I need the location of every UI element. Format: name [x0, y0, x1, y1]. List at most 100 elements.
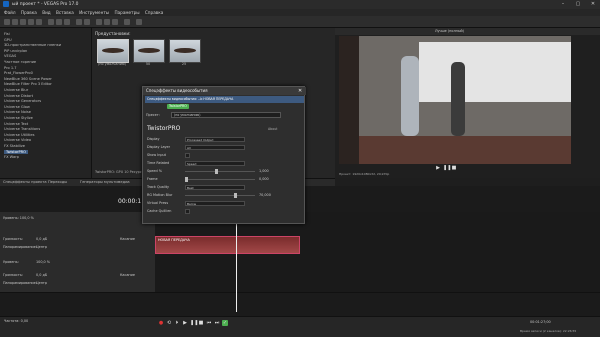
plugin-tree-item[interactable]: GPU — [4, 38, 12, 42]
plugin-tree-item[interactable]: 3D-пространственные пленки — [4, 43, 61, 47]
stage-floor — [339, 136, 571, 164]
param-slider[interactable] — [185, 169, 255, 174]
menu-tools[interactable]: Инструменты — [79, 9, 109, 16]
open-icon[interactable] — [12, 19, 18, 25]
plugin-tree-item[interactable]: Universe Utilities — [4, 133, 34, 137]
render-icon[interactable] — [28, 19, 34, 25]
about-link[interactable]: About — [268, 127, 277, 131]
plugin-tree-item[interactable]: Prat_FlowerPro0 — [4, 71, 33, 75]
plugin-tree-item[interactable]: Universe Video — [4, 138, 31, 142]
param-dropdown[interactable]: Best — [185, 185, 245, 190]
param-dropdown[interactable]: Speed — [185, 161, 245, 166]
slider-knob[interactable] — [234, 193, 237, 198]
save-icon[interactable] — [20, 19, 26, 25]
track2-mode[interactable]: Касание — [120, 237, 135, 241]
play-icon[interactable]: ▶ — [182, 320, 188, 326]
plugin-tree-item[interactable]: Universe Distort — [4, 94, 33, 98]
redo-icon[interactable] — [84, 19, 90, 25]
edit-tool-icon[interactable] — [96, 19, 102, 25]
cut-icon[interactable] — [48, 19, 54, 25]
plugin-tree-item[interactable]: Universe Stylize — [4, 116, 33, 120]
param-dropdown[interactable]: Processed Output — [185, 137, 245, 142]
stop-icon[interactable]: ■ — [198, 320, 204, 326]
plugin-tree-item[interactable]: Universe Glow — [4, 105, 30, 109]
plugin-tree-item[interactable]: Universe Noise — [4, 110, 31, 114]
param-checkbox[interactable] — [185, 209, 190, 214]
plugin-tree-item[interactable]: Fisi — [4, 32, 10, 36]
preview-quality[interactable]: Лучше (полный) — [435, 29, 464, 33]
menu-help[interactable]: Справка — [145, 9, 163, 16]
param-slider[interactable] — [185, 177, 255, 182]
menu-edit[interactable]: Правка — [21, 9, 37, 16]
param-value[interactable]: 70,000 — [259, 193, 271, 197]
fx-chain-badge[interactable]: TwistorPRO — [167, 104, 189, 109]
param-value[interactable]: 1,000 — [259, 169, 269, 173]
maximize-button[interactable]: ▢ — [571, 1, 585, 8]
menu-insert[interactable]: Вставка — [56, 9, 74, 16]
record-time: Время записи (2 каналов): 22:26:55 — [520, 329, 577, 333]
track4-mode[interactable]: Касание — [120, 273, 135, 277]
param-dropdown[interactable]: All — [185, 145, 245, 150]
audio-track-2-area — [155, 270, 600, 293]
tab-media-generators[interactable]: Генераторы мультимедиа — [80, 180, 130, 184]
param-slider[interactable] — [185, 193, 255, 198]
tab-project-fx[interactable]: Спецэффекты проекта — [3, 180, 47, 184]
play-icon[interactable]: ▶ — [435, 165, 441, 171]
pause-icon[interactable]: ❚❚ — [443, 165, 451, 171]
help-icon[interactable] — [136, 19, 142, 25]
record-icon[interactable]: ● — [158, 320, 164, 326]
menu-options[interactable]: Параметры — [114, 9, 139, 16]
plugin-tree-item[interactable]: NewBlue 360 Scene Power — [4, 77, 52, 81]
plugin-tree-item[interactable]: Universe Transitions — [4, 127, 40, 131]
param-checkbox[interactable] — [185, 153, 190, 158]
snap-toggle-icon[interactable]: ✓ — [222, 320, 228, 326]
copy-icon[interactable] — [56, 19, 62, 25]
param-value[interactable]: 0,000 — [259, 177, 269, 181]
plugin-tree-item[interactable]: VEGAS — [4, 54, 16, 58]
menu-view[interactable]: Вид — [42, 9, 51, 16]
new-project-icon[interactable] — [4, 19, 10, 25]
loop-icon[interactable]: ⟲ — [166, 320, 172, 326]
undo-icon[interactable] — [76, 19, 82, 25]
plugin-tree-item[interactable]: Universe Text — [4, 122, 28, 126]
envelope-tool-icon[interactable] — [104, 19, 110, 25]
properties-icon[interactable] — [36, 19, 42, 25]
plugin-tree-item[interactable]: Universe Generators — [4, 99, 41, 103]
eye-image — [102, 48, 124, 53]
param-label: Time Related — [147, 161, 170, 165]
zoom-tool-icon[interactable] — [112, 19, 118, 25]
plugin-tree-item[interactable]: FX Warp — [4, 155, 19, 159]
pause-icon[interactable]: ❚❚ — [190, 320, 198, 326]
audio-clip[interactable]: НОВАЯ ПЕРЕДАЧА — [155, 236, 300, 254]
param-dropdown[interactable]: Below — [185, 201, 245, 206]
preset-dropdown[interactable]: (по умолчанию) — [171, 112, 281, 118]
plugin-tree-item[interactable]: Частное горение — [4, 60, 36, 64]
playhead[interactable] — [236, 212, 237, 312]
dialog-close-icon[interactable]: ✕ — [298, 88, 304, 94]
minimize-button[interactable]: – — [556, 1, 570, 8]
play-from-start-icon[interactable]: ⏵ — [174, 320, 180, 326]
video-track-2-area — [155, 256, 600, 271]
go-end-icon[interactable]: ⏭ — [214, 320, 220, 326]
plugin-tree-item[interactable]: TwistorPRO — [4, 149, 28, 154]
snap-icon[interactable] — [124, 19, 130, 25]
menu-file[interactable]: Файл — [4, 9, 16, 16]
preset-thumbnail-default[interactable] — [97, 39, 129, 63]
go-start-icon[interactable]: ⏮ — [206, 320, 212, 326]
tab-transitions[interactable]: Переходы — [48, 180, 67, 184]
slider-knob[interactable] — [185, 177, 188, 182]
track2-volume: Громкость: — [3, 237, 23, 241]
plugin-tree-item[interactable]: NewBlue Filter Pro 3 Editor — [4, 82, 52, 86]
plugin-tree-item[interactable]: Universe Blur — [4, 88, 28, 92]
param-row-display: Display Processed Output — [147, 137, 297, 143]
plugin-tree-item[interactable]: PiP unvirplan — [4, 49, 27, 53]
plugin-tree-item[interactable]: FX Stabilize — [4, 144, 25, 148]
close-button[interactable]: ✕ — [586, 1, 600, 8]
preset-thumbnail-25[interactable] — [169, 39, 201, 63]
stop-icon[interactable]: ■ — [451, 165, 457, 171]
preset-thumbnail-50[interactable] — [133, 39, 165, 63]
paste-icon[interactable] — [64, 19, 70, 25]
audio-track-2-header: Громкость: 0,0 дБ Панорамирование: Центр… — [0, 270, 155, 293]
slider-knob[interactable] — [215, 169, 218, 174]
plugin-tree-item[interactable]: Pro 1.7 — [4, 66, 17, 70]
